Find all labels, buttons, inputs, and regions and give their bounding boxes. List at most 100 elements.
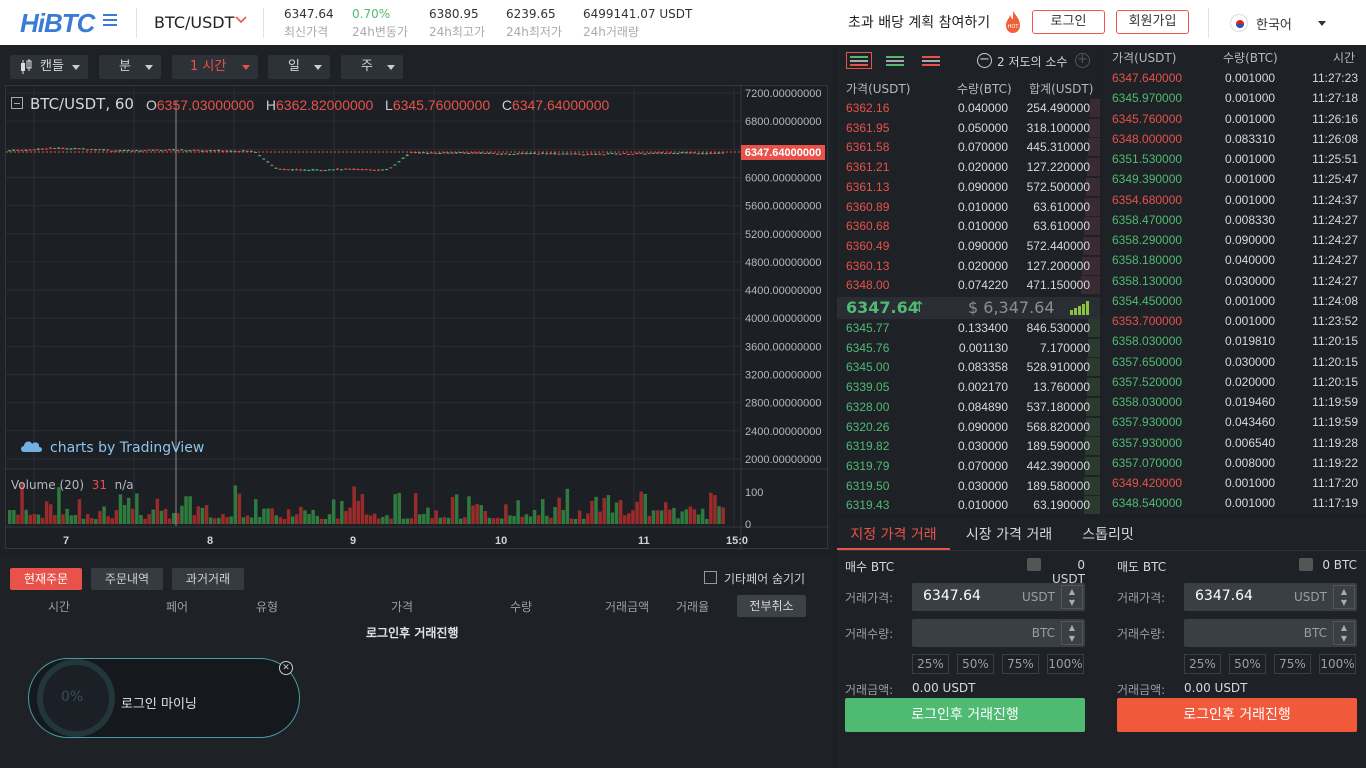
bid-qty: 0.084890 bbox=[957, 399, 1008, 414]
volume-bar bbox=[422, 513, 426, 524]
bid-row[interactable]: 6339.05 0.002170 13.760000 bbox=[837, 377, 1100, 397]
tradingview-link[interactable]: charts by TradingView bbox=[50, 440, 204, 456]
sell-pct-button[interactable]: 50% bbox=[1229, 654, 1266, 674]
cancel-all-button[interactable]: 전부취소 bbox=[737, 595, 806, 617]
ask-row[interactable]: 6360.49 0.090000 572.440000 bbox=[837, 236, 1100, 256]
caret-down-icon[interactable] bbox=[1318, 21, 1326, 26]
timeframe-day[interactable]: 일 bbox=[268, 55, 330, 79]
candle-body bbox=[545, 153, 549, 155]
bid-row[interactable]: 6319.82 0.030000 189.590000 bbox=[837, 436, 1100, 456]
stepper-icon[interactable]: ▲ ▼ bbox=[1061, 585, 1083, 609]
bid-row[interactable]: 6345.77 0.133400 846.530000 bbox=[837, 318, 1100, 338]
collapse-icon[interactable] bbox=[11, 97, 23, 109]
sell-price-input[interactable]: 6347.64 USDT ▲ ▼ bbox=[1184, 583, 1357, 611]
promo-link[interactable]: 초과 배당 계획 참여하기 bbox=[848, 12, 990, 32]
bid-row[interactable]: 6328.00 0.084890 537.180000 bbox=[837, 397, 1100, 417]
stepper-icon[interactable]: ▲ ▼ bbox=[1333, 621, 1355, 645]
stepper-icon[interactable]: ▲ ▼ bbox=[1061, 621, 1083, 645]
trade-price: 6349.420000 bbox=[1112, 476, 1183, 490]
ask-qty: 0.090000 bbox=[957, 179, 1008, 194]
ask-row[interactable]: 6360.89 0.010000 63.610000 bbox=[837, 197, 1100, 217]
bid-row[interactable]: 6320.26 0.090000 568.820000 bbox=[837, 417, 1100, 437]
volume-bar bbox=[315, 515, 319, 524]
tab-open-orders[interactable]: 현재주문 bbox=[10, 568, 82, 590]
buy-price-input[interactable]: 6347.64 USDT ▲ ▼ bbox=[912, 583, 1085, 611]
pair-selector[interactable]: BTC/USDT bbox=[154, 13, 234, 32]
mining-widget[interactable]: 0% 로그인 마이닝 ✕ bbox=[28, 658, 300, 738]
orderbook-both-icon[interactable] bbox=[846, 52, 872, 69]
ask-price: 6362.16 bbox=[846, 101, 890, 115]
candle-body bbox=[614, 153, 618, 155]
sell-submit-button[interactable]: 로그인후 거래진행 bbox=[1117, 698, 1357, 732]
candle-body bbox=[602, 154, 606, 156]
qty-label: 거래수량: bbox=[845, 627, 894, 641]
buy-pct-button[interactable]: 25% bbox=[912, 654, 949, 674]
bid-price: 6319.82 bbox=[846, 439, 890, 454]
volume-bar bbox=[81, 518, 86, 524]
volume-bar bbox=[528, 516, 533, 524]
timeframe-week[interactable]: 주 bbox=[341, 55, 403, 79]
volume-bar bbox=[24, 509, 28, 524]
candle-body bbox=[618, 153, 622, 155]
timeframe-hour[interactable]: 1 시간 bbox=[172, 55, 258, 79]
buy-submit-button[interactable]: 로그인후 거래진행 bbox=[845, 698, 1085, 732]
ask-row[interactable]: 6361.13 0.090000 572.500000 bbox=[837, 177, 1100, 197]
bid-row[interactable]: 6319.79 0.070000 442.390000 bbox=[837, 456, 1100, 476]
top-bar: HiBTC BTC/USDT 6347.64 최신가격 0.70% 24h변동가 6… bbox=[0, 0, 1366, 45]
korea-flag-icon[interactable] bbox=[1230, 14, 1248, 32]
buy-qty-input[interactable]: BTC ▲ ▼ bbox=[912, 619, 1085, 647]
bid-row[interactable]: 6345.00 0.083358 528.910000 bbox=[837, 357, 1100, 377]
decimals-plus-icon[interactable]: + bbox=[1075, 53, 1090, 68]
chevron-down-icon[interactable] bbox=[235, 14, 247, 26]
hide-other-checkbox[interactable] bbox=[704, 571, 717, 584]
trade-time: 11:19:28 bbox=[1312, 435, 1358, 450]
ask-row[interactable]: 6360.68 0.010000 63.610000 bbox=[837, 216, 1100, 236]
login-button[interactable]: 로그인 bbox=[1032, 10, 1105, 34]
x-tick: 8 bbox=[207, 535, 213, 547]
stat-high: 6380.95 24h최고가 bbox=[429, 7, 485, 39]
tab-stop-limit[interactable]: 스톱리밋 bbox=[1068, 520, 1148, 550]
decimals-minus-icon[interactable]: − bbox=[977, 53, 992, 68]
bid-price: 6319.79 bbox=[846, 458, 890, 473]
orderbook-bids-icon[interactable] bbox=[883, 53, 909, 68]
bid-row[interactable]: 6319.43 0.010000 63.190000 bbox=[837, 495, 1100, 515]
ask-row[interactable]: 6360.13 0.020000 127.200000 bbox=[837, 256, 1100, 276]
ask-row[interactable]: 6361.21 0.020000 127.220000 bbox=[837, 157, 1100, 177]
tab-limit-order[interactable]: 지정 가격 거래 bbox=[837, 520, 950, 550]
candle-body bbox=[16, 149, 20, 151]
ask-row[interactable]: 6348.00 0.074220 471.150000 bbox=[837, 275, 1100, 295]
timeframe-candles[interactable]: 캔들 bbox=[10, 55, 88, 79]
buy-pct-button[interactable]: 75% bbox=[1002, 654, 1039, 674]
orderbook-asks-icon[interactable] bbox=[919, 53, 945, 68]
buy-pct-button[interactable]: 100% bbox=[1047, 654, 1084, 674]
candle-body bbox=[303, 169, 307, 171]
candle-body bbox=[397, 161, 401, 163]
sell-pct-button[interactable]: 100% bbox=[1319, 654, 1356, 674]
trade-row: 6353.700000 0.001000 11:23:52 bbox=[1102, 311, 1366, 331]
buy-pct-button[interactable]: 50% bbox=[957, 654, 994, 674]
candle-body bbox=[327, 169, 331, 171]
close-icon[interactable]: ✕ bbox=[279, 661, 293, 675]
tab-order-history[interactable]: 주문내역 bbox=[91, 568, 163, 590]
candle-body bbox=[188, 150, 192, 152]
volume-bar bbox=[413, 493, 418, 524]
language-selector[interactable]: 한국어 bbox=[1256, 14, 1292, 33]
timeframe-minute[interactable]: 분 bbox=[99, 55, 161, 79]
price-chart[interactable]: 7200.000000006800.000000006400.000000006… bbox=[5, 85, 829, 550]
tab-market-order[interactable]: 시장 가격 거래 bbox=[955, 520, 1063, 550]
candle-body bbox=[405, 154, 409, 156]
ask-row[interactable]: 6362.16 0.040000 254.490000 bbox=[837, 98, 1100, 118]
volume-bar bbox=[163, 508, 168, 524]
sell-pct-button[interactable]: 25% bbox=[1184, 654, 1221, 674]
stepper-icon[interactable]: ▲ ▼ bbox=[1333, 585, 1355, 609]
signup-button[interactable]: 회원가입 bbox=[1116, 10, 1189, 34]
sell-qty-input[interactable]: BTC ▲ ▼ bbox=[1184, 619, 1357, 647]
ask-row[interactable]: 6361.95 0.050000 318.100000 bbox=[837, 118, 1100, 138]
ask-row[interactable]: 6361.58 0.070000 445.310000 bbox=[837, 137, 1100, 157]
logo[interactable]: HiBTC bbox=[20, 8, 95, 39]
sell-pct-button[interactable]: 75% bbox=[1274, 654, 1311, 674]
tab-trade-history[interactable]: 과거거래 bbox=[172, 568, 244, 590]
bid-row[interactable]: 6345.76 0.001130 7.170000 bbox=[837, 338, 1100, 358]
volume-bar bbox=[602, 497, 606, 524]
bid-row[interactable]: 6319.50 0.030000 189.580000 bbox=[837, 476, 1100, 496]
